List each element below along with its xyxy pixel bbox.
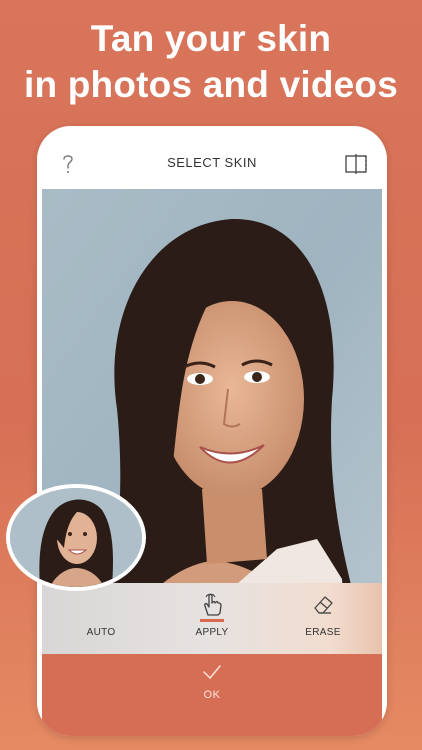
tool-apply-label: APPLY xyxy=(195,627,229,638)
finger-tap-icon xyxy=(204,593,222,616)
ok-label: OK xyxy=(203,689,221,701)
promo-headline: Tan your skin in photos and videos xyxy=(0,16,422,108)
tool-auto-label: AUTO xyxy=(86,627,116,638)
tool-auto[interactable]: AUTO xyxy=(56,583,146,654)
screen-title: SELECT SKIN xyxy=(167,155,257,170)
apply-selected-indicator xyxy=(200,619,224,622)
checkmark-icon xyxy=(203,665,221,679)
headline-line-2: in photos and videos xyxy=(23,64,399,105)
tool-bar: AUTO APPLY ERASE xyxy=(42,583,382,654)
thumbnail-portrait-image xyxy=(10,488,142,587)
phone-screen: SELECT SKIN AUTO APPLY ERASE OK xyxy=(37,126,387,736)
compare-button[interactable] xyxy=(345,154,367,174)
eraser-icon xyxy=(314,596,333,614)
tool-erase[interactable]: ERASE xyxy=(278,583,368,654)
tool-apply[interactable]: APPLY xyxy=(167,583,257,654)
headline-line-1: Tan your skin xyxy=(90,18,332,59)
split-compare-icon xyxy=(345,154,367,174)
tool-erase-label: ERASE xyxy=(305,627,341,638)
before-thumbnail xyxy=(6,484,146,591)
ok-button[interactable]: OK xyxy=(42,654,382,736)
top-bar: SELECT SKIN xyxy=(37,126,387,189)
thumbnail-photo xyxy=(10,488,142,587)
